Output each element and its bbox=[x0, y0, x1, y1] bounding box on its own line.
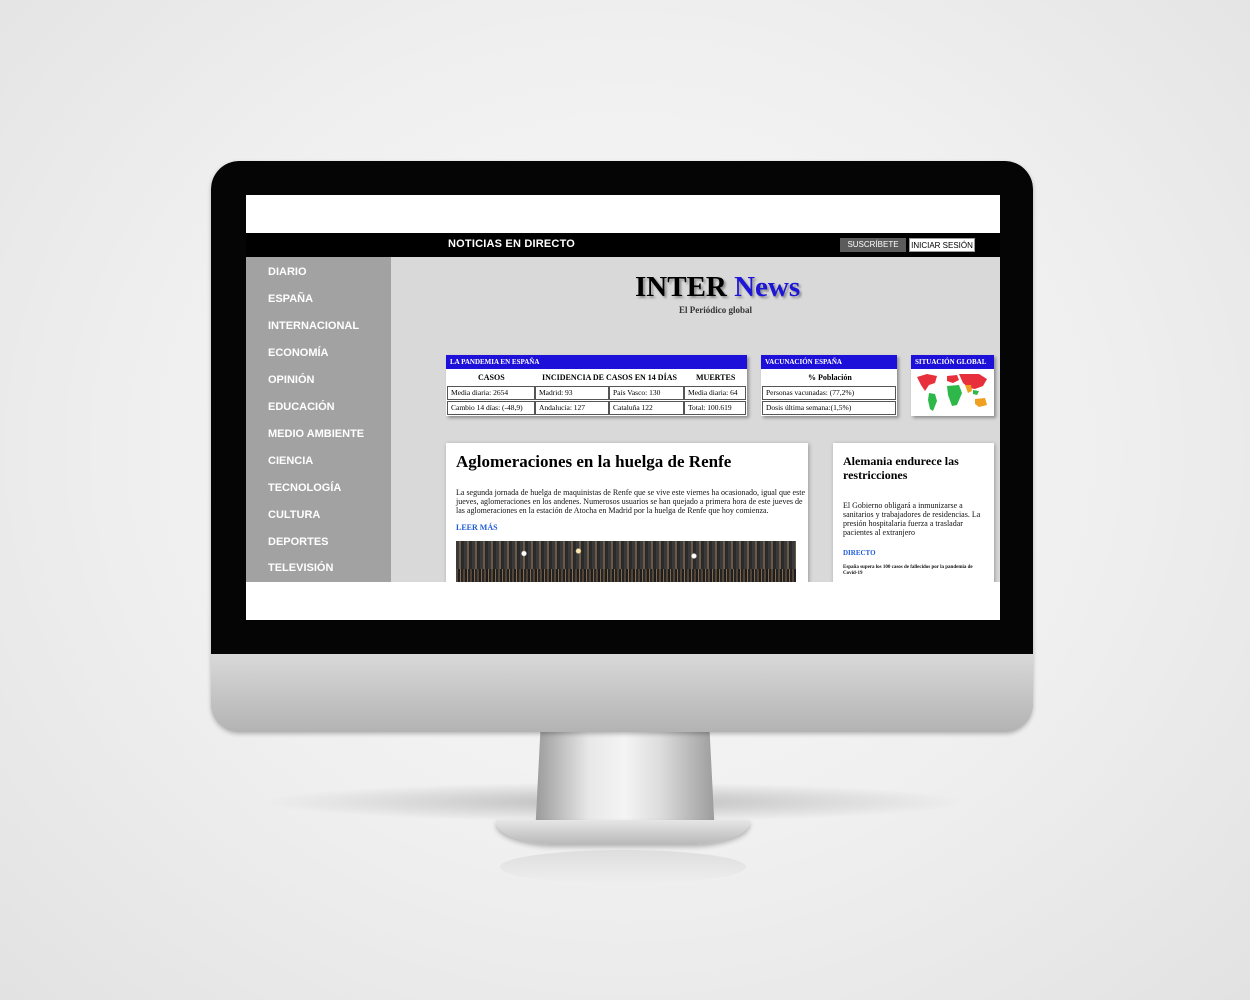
pandemic-cell: País Vasco: 130 bbox=[609, 386, 684, 400]
subscribe-button[interactable]: SUSCRÍBETE bbox=[840, 238, 906, 252]
sidebar-item-diario[interactable]: DIARIO bbox=[268, 266, 307, 278]
map-asia bbox=[959, 374, 987, 389]
header-incidencia: INCIDENCIA DE CASOS EN 14 DÍAS bbox=[542, 373, 677, 382]
side-article-card: Alemania endurece las restricciones El G… bbox=[833, 443, 994, 593]
header-poblacion: % Población bbox=[808, 373, 852, 382]
top-margin bbox=[246, 195, 1000, 233]
sidebar-item-opinion[interactable]: OPINIÓN bbox=[268, 374, 314, 386]
main-article-card: Aglomeraciones en la huelga de Renfe La … bbox=[446, 443, 808, 593]
vaccination-panel-title: VACUNACIÓN ESPAÑA bbox=[761, 355, 897, 369]
sidebar-item-espana[interactable]: ESPAÑA bbox=[268, 293, 313, 305]
stand-reflection bbox=[500, 850, 746, 884]
vaccination-cell: Dosis última semana:(1,5%) bbox=[762, 401, 896, 415]
map-europe bbox=[947, 375, 959, 383]
map-north-america bbox=[917, 374, 937, 391]
vaccination-cell: Personas vacunadas: (77,2%) bbox=[762, 386, 896, 400]
pandemic-panel-title: LA PANDEMIA EN ESPAÑA bbox=[446, 355, 747, 369]
map-south-america bbox=[928, 393, 937, 411]
screen: NOTICIAS EN DIRECTO SUSCRÍBETE INICIAR S… bbox=[246, 195, 1000, 620]
live-news-link[interactable]: NOTICIAS EN DIRECTO bbox=[448, 238, 575, 250]
global-panel-title: SITUACIÓN GLOBAL bbox=[911, 355, 994, 369]
pandemic-cell: Madrid: 93 bbox=[535, 386, 609, 400]
sidebar: DIARIO ESPAÑA INTERNACIONAL ECONOMÍA OPI… bbox=[246, 257, 391, 582]
side-article-body: El Gobierno obligará a inmunizarse a san… bbox=[843, 501, 981, 537]
sidebar-item-ciencia[interactable]: CIENCIA bbox=[268, 455, 313, 467]
header-muertes: MUERTES bbox=[696, 373, 736, 382]
pandemic-cell: Total: 100.619 bbox=[684, 401, 746, 415]
monitor-chin bbox=[211, 654, 1033, 732]
pandemic-cell: Media diaria: 2654 bbox=[447, 386, 535, 400]
sidebar-item-cultura[interactable]: CULTURA bbox=[268, 509, 320, 521]
sidebar-item-tecnologia[interactable]: TECNOLOGÍA bbox=[268, 482, 341, 494]
pandemic-panel: LA PANDEMIA EN ESPAÑA CASOS INCIDENCIA D… bbox=[446, 355, 747, 416]
top-bar: NOTICIAS EN DIRECTO SUSCRÍBETE INICIAR S… bbox=[246, 233, 1000, 257]
main-content: INTER News El Periódico global LA PANDEM… bbox=[391, 257, 1000, 593]
monitor-stand-base bbox=[496, 820, 750, 844]
live-link[interactable]: DIRECTO bbox=[843, 549, 876, 557]
global-panel[interactable]: SITUACIÓN GLOBAL bbox=[911, 355, 994, 416]
tagline: El Periódico global bbox=[679, 305, 752, 315]
logo-inter: INTER bbox=[635, 271, 727, 303]
logo-news: News bbox=[734, 271, 801, 303]
sidebar-item-medio-ambiente[interactable]: MEDIO AMBIENTE bbox=[268, 428, 364, 440]
pandemic-cell: Andalucía: 127 bbox=[535, 401, 609, 415]
sidebar-item-economia[interactable]: ECONOMÍA bbox=[268, 347, 329, 359]
side-article-headline[interactable]: Alemania endurece las restricciones bbox=[843, 454, 988, 482]
pandemic-cell: Media diaria: 64 bbox=[684, 386, 746, 400]
read-more-link[interactable]: LEER MÁS bbox=[456, 523, 498, 532]
login-button[interactable]: INICIAR SESIÓN bbox=[909, 238, 975, 252]
map-africa bbox=[947, 385, 962, 406]
bottom-margin bbox=[246, 582, 1000, 620]
map-australia bbox=[975, 398, 987, 407]
main-article-body: La segunda jornada de huelga de maquinis… bbox=[456, 488, 805, 515]
map-middle-east bbox=[965, 385, 972, 393]
header-casos: CASOS bbox=[478, 373, 505, 382]
vaccination-panel: VACUNACIÓN ESPAÑA % Población Personas v… bbox=[761, 355, 897, 416]
world-map[interactable] bbox=[913, 371, 993, 415]
site-logo[interactable]: INTER News bbox=[635, 271, 800, 304]
sidebar-item-educacion[interactable]: EDUCACIÓN bbox=[268, 401, 335, 413]
pandemic-cell: Cambio 14 días: (-48,9) bbox=[447, 401, 535, 415]
map-southeast-asia bbox=[973, 390, 979, 395]
sidebar-item-internacional[interactable]: INTERNACIONAL bbox=[268, 320, 359, 332]
side-article-subnote[interactable]: España supera los 100 casos de fallecido… bbox=[843, 565, 988, 577]
main-article-headline[interactable]: Aglomeraciones en la huelga de Renfe bbox=[456, 452, 731, 472]
sidebar-item-television[interactable]: TELEVISIÓN bbox=[268, 562, 333, 574]
pandemic-cell: Cataluña 122 bbox=[609, 401, 684, 415]
sidebar-item-deportes[interactable]: DEPORTES bbox=[268, 536, 329, 548]
